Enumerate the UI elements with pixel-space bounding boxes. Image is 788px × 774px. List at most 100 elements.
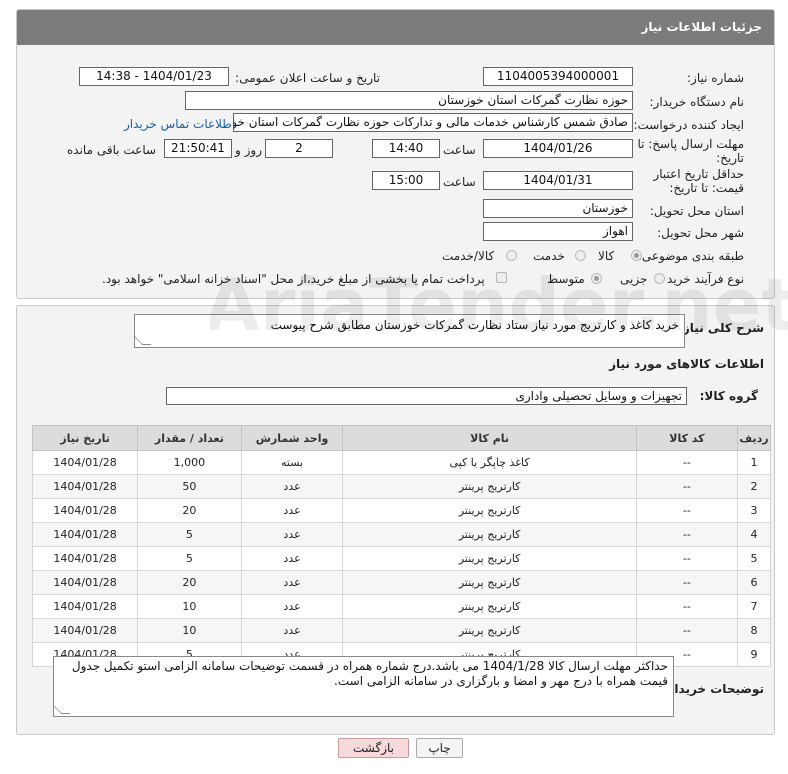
cell-item-name: کارتریج پرینتر [342, 474, 637, 499]
treasury-payment-note: پرداخت تمام یا بخشی از مبلغ خرید،از محل … [102, 272, 485, 286]
buyer-org-label: نام دستگاه خریدار: [649, 95, 745, 109]
cell-item-code: -- [635, 546, 739, 571]
cell-need-date: 1404/01/28 [31, 498, 139, 523]
cell-need-date: 1404/01/28 [31, 522, 139, 547]
price-deadline-label: حداقل تاریخ اعتبار قیمت: تا تاریخ: [653, 167, 744, 195]
cell-quantity: 20 [137, 498, 242, 523]
price-time-label: ساعت [443, 175, 476, 189]
cell-row-number: 1 [737, 450, 771, 475]
cell-row-number: 2 [737, 474, 771, 499]
cell-need-date: 1404/01/28 [31, 618, 139, 643]
cell-unit: بسته [240, 450, 344, 475]
category-goods-radio[interactable] [631, 250, 642, 261]
summary-label: شرح کلی نیاز: [678, 321, 764, 335]
cell-need-date: 1404/01/28 [31, 450, 139, 475]
days-field[interactable]: 2 [265, 139, 333, 158]
cell-quantity: 20 [137, 570, 242, 595]
reply-time-field[interactable]: 14:40 [372, 139, 440, 158]
city-label: شهر محل تحویل: [657, 226, 744, 240]
cell-item-name: کارتریج پرینتر [342, 570, 637, 595]
category-goods-label: کالا [598, 249, 615, 263]
cell-row-number: 5 [737, 546, 771, 571]
cell-item-code: -- [635, 594, 739, 619]
buyer-notes-text: حداکثر مهلت ارسال کالا 1404/1/28 می باشد… [71, 659, 668, 688]
cell-unit: عدد [240, 474, 344, 499]
process-medium-label: متوسط [547, 272, 585, 286]
cell-quantity: 50 [137, 474, 242, 499]
table-header-row: ردیف کد کالا نام کالا واحد شمارش تعداد /… [31, 425, 771, 451]
creator-label: ایجاد کننده درخواست: [633, 118, 744, 132]
process-medium-radio[interactable] [591, 273, 602, 284]
cell-item-code: -- [635, 450, 739, 475]
cell-row-number: 3 [737, 498, 771, 523]
cell-unit: عدد [240, 498, 344, 523]
cell-item-name: کارتریج پرینتر [342, 498, 637, 523]
creator-field[interactable]: صادق شمس کارشناس خدمات مالی و تدارکات حو… [233, 113, 633, 132]
goods-group-field[interactable]: تجهیزات و وسایل تحصیلی واداری [166, 387, 687, 405]
price-time-field[interactable]: 15:00 [372, 171, 440, 190]
need-number-field[interactable]: 1104005394000001 [483, 67, 633, 86]
cell-item-name: کارتریج پرینتر [342, 546, 637, 571]
col-code-header: کد کالا [635, 425, 739, 451]
category-goods-service-radio[interactable] [506, 250, 517, 261]
cell-quantity: 5 [137, 522, 242, 547]
print-button[interactable]: چاپ [416, 738, 463, 758]
cell-item-name: کارتریج پرینتر [342, 618, 637, 643]
summary-text: خرید کاغذ و کارتریج مورد نیاز ستاد نظارت… [270, 318, 679, 332]
table-row: 4 -- کارتریج پرینتر عدد 5 1404/01/28 [31, 522, 771, 547]
cell-row-number: 7 [737, 594, 771, 619]
cell-unit: عدد [240, 618, 344, 643]
cell-quantity: 5 [137, 546, 242, 571]
category-label: طبقه بندی موضوعی: [637, 249, 744, 263]
announce-datetime-field[interactable]: 1404/01/23 - 14:38 [79, 67, 229, 86]
buyer-notes-textarea[interactable]: حداکثر مهلت ارسال کالا 1404/1/28 می باشد… [52, 656, 674, 717]
cell-item-name: کارتریج پرینتر [342, 522, 637, 547]
cell-item-name: کاغذ چاپگر یا کپی [342, 450, 637, 475]
need-number-label: شماره نیاز: [687, 71, 744, 85]
table-row: 1 -- کاغذ چاپگر یا کپی بسته 1,000 1404/01/28 [31, 450, 771, 475]
process-label: نوع فرآیند خرید : [659, 272, 744, 286]
table-row: 7 -- کارتریج پرینتر عدد 10 1404/01/28 [31, 594, 771, 619]
province-field[interactable]: خوزستان [483, 199, 633, 218]
treasury-payment-checkbox[interactable] [496, 272, 507, 283]
cell-need-date: 1404/01/28 [31, 474, 139, 499]
buyer-org-field[interactable]: حوزه نظارت گمرکات استان خوزستان [185, 91, 633, 110]
cell-row-number: 6 [737, 570, 771, 595]
cell-need-date: 1404/01/28 [31, 546, 139, 571]
cell-item-code: -- [635, 618, 739, 643]
cell-item-code: -- [635, 474, 739, 499]
summary-textarea[interactable]: خرید کاغذ و کارتریج مورد نیاز ستاد نظارت… [133, 314, 685, 348]
cell-need-date: 1404/01/28 [31, 594, 139, 619]
col-row-header: ردیف [737, 425, 771, 451]
cell-row-number: 8 [737, 618, 771, 643]
table-row: 2 -- کارتریج پرینتر عدد 50 1404/01/28 [31, 474, 771, 499]
price-date-field[interactable]: 1404/01/31 [483, 171, 633, 190]
table-row: 3 -- کارتریج پرینتر عدد 20 1404/01/28 [31, 498, 771, 523]
table-row: 6 -- کارتریج پرینتر عدد 20 1404/01/28 [31, 570, 771, 595]
reply-deadline-label: مهلت ارسال پاسخ: تا تاریخ: [637, 137, 744, 165]
panel-title: جزئیات اطلاعات نیاز [17, 10, 774, 45]
process-minor-radio[interactable] [654, 273, 665, 284]
cell-row-number: 9 [737, 642, 771, 667]
cell-quantity: 10 [137, 594, 242, 619]
cell-unit: عدد [240, 546, 344, 571]
cell-need-date: 1404/01/28 [31, 570, 139, 595]
resize-handle-icon[interactable] [52, 705, 71, 714]
back-button[interactable]: بازگشت [338, 738, 409, 758]
resize-handle-icon[interactable] [133, 336, 152, 345]
goods-section-title: اطلاعات کالاهای مورد نیاز [609, 357, 764, 371]
goods-group-label: گروه کالا: [699, 389, 758, 403]
contact-info-link[interactable]: اطلاعات تماس خریدار [124, 117, 235, 131]
table-row: 5 -- کارتریج پرینتر عدد 5 1404/01/28 [31, 546, 771, 571]
category-service-radio[interactable] [575, 250, 586, 261]
reply-date-field[interactable]: 1404/01/26 [483, 139, 633, 158]
cell-row-number: 4 [737, 522, 771, 547]
days-label: روز و [235, 143, 262, 157]
cell-quantity: 1,000 [137, 450, 242, 475]
remaining-time-field[interactable]: 21:50:41 [164, 139, 232, 158]
province-label: استان محل تحویل: [649, 204, 744, 218]
category-service-label: خدمت [533, 249, 565, 263]
city-field[interactable]: اهواز [483, 222, 633, 241]
cell-item-code: -- [635, 570, 739, 595]
cell-unit: عدد [240, 594, 344, 619]
